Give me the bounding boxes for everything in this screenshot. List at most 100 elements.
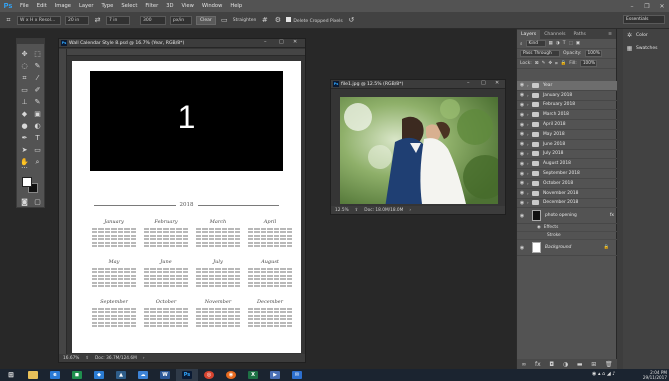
new-layer-icon[interactable]: ⊞	[591, 361, 596, 368]
visibility-eye-icon[interactable]: ◉	[517, 171, 527, 177]
taskbar-edge[interactable]: e	[44, 369, 66, 381]
layer-group-row[interactable]: ◉ › March 2018	[517, 110, 617, 121]
close-icon[interactable]: ✕	[655, 0, 669, 12]
marquee-tool-icon[interactable]: ⬚	[32, 49, 43, 59]
taskbar-media-app[interactable]: ▶	[264, 369, 286, 381]
healing-tool-icon[interactable]: ▭	[19, 85, 30, 95]
new-group-icon[interactable]: ▬	[577, 361, 583, 368]
photo-zoom-level[interactable]: 12.5%	[335, 208, 349, 213]
ratio-select[interactable]: W x H x Resol...	[17, 15, 61, 25]
stroke-effect-row[interactable]: Stroke	[517, 232, 617, 241]
taskbar-chrome[interactable]: ◎	[198, 369, 220, 381]
lock-artboard-icon[interactable]: ⌗	[555, 61, 558, 67]
taskbar-photoshop[interactable]: Ps	[176, 369, 198, 381]
crop-tool-icon[interactable]: ⌗	[4, 16, 13, 25]
foreground-color-swatch[interactable]	[22, 177, 32, 187]
taskbar-dropbox[interactable]: ◆	[88, 369, 110, 381]
filter-pixel-icon[interactable]: ▦	[549, 41, 553, 46]
opacity-input[interactable]: 100%	[584, 50, 602, 57]
fill-input[interactable]: 100%	[579, 60, 597, 67]
workspace-select[interactable]: Essentials	[623, 15, 665, 24]
layer-group-row[interactable]: ◉ › May 2018	[517, 130, 617, 140]
tab-channels[interactable]: Channels	[540, 30, 569, 39]
move-tool-icon[interactable]: ✥	[19, 49, 30, 59]
unit-select[interactable]: px/in	[170, 15, 192, 25]
taskbar-word[interactable]: W	[154, 369, 176, 381]
pen-tool-icon[interactable]: ✒	[19, 133, 30, 143]
doc-minimize-icon[interactable]: –	[264, 39, 267, 45]
layer-group-row[interactable]: ◉ › October 2018	[517, 179, 617, 189]
taskbar-mail[interactable]: ✉	[286, 369, 308, 381]
link-layers-icon[interactable]: ∞	[521, 361, 526, 368]
system-clock[interactable]: 2:04 PM 29/11/2017	[643, 369, 667, 381]
tab-paths[interactable]: Paths	[569, 30, 590, 39]
taskbar-photo-viewer[interactable]: ▲	[110, 369, 132, 381]
taskbar-excel[interactable]: X	[242, 369, 264, 381]
photo-status-arrow-icon[interactable]: ›	[409, 208, 411, 213]
visibility-eye-icon[interactable]: ◉	[517, 82, 527, 88]
layer-group-row[interactable]: ◉ › April 2018	[517, 120, 617, 130]
layer-group-row[interactable]: ◉ › August 2018	[517, 159, 617, 170]
menu-filter[interactable]: Filter	[141, 3, 162, 9]
layer-group-row[interactable]: ◉ › January 2018	[517, 91, 617, 101]
width-input[interactable]: 20 in	[65, 15, 89, 25]
visibility-eye-icon[interactable]: ◉	[517, 190, 527, 196]
effects-row[interactable]: ◉ Effects	[517, 224, 617, 233]
layer-effects-icon[interactable]: fx	[610, 213, 614, 218]
share-icon[interactable]: ⇪	[85, 356, 89, 361]
zoom-tool-icon[interactable]: ⌕	[32, 157, 43, 167]
taskbar-firefox[interactable]: ◉	[220, 369, 242, 381]
delete-cropped-checkbox[interactable]: Delete Cropped Pixels	[286, 16, 343, 24]
visibility-eye-icon[interactable]: ◉	[517, 161, 527, 167]
filter-type-icon[interactable]: T	[563, 41, 566, 46]
wedding-photo[interactable]	[340, 97, 498, 204]
swap-icon[interactable]: ⇄	[93, 16, 102, 25]
screen-mode-icon[interactable]: ▢	[32, 197, 43, 207]
menu-file[interactable]: File	[16, 3, 33, 9]
calendar-document-tab[interactable]: Ps Wall Calendar Style 8.psd @ 16.7% (Ye…	[59, 39, 305, 48]
brush-tool-icon[interactable]: ✐	[32, 85, 43, 95]
calendar-canvas[interactable]: 1 2018 January February March April May June J…	[72, 61, 301, 353]
layer-group-row[interactable]: ◉ › September 2018	[517, 169, 617, 179]
menu-select[interactable]: Select	[117, 3, 141, 9]
visibility-eye-icon[interactable]: ◉	[517, 151, 527, 157]
horizontal-ruler[interactable]	[67, 49, 305, 56]
restore-icon[interactable]: ❐	[640, 0, 654, 12]
effects-eye-icon[interactable]: ◉	[537, 225, 541, 230]
layer-background[interactable]: ◉ Background 🔒	[517, 240, 617, 257]
menu-image[interactable]: Image	[51, 3, 75, 9]
visibility-eye-icon[interactable]: ◉	[517, 112, 527, 118]
lock-all-icon[interactable]: 🔒	[561, 61, 567, 66]
doc-close-icon[interactable]: ✕	[293, 39, 297, 45]
lock-position-icon[interactable]: ✥	[548, 61, 552, 66]
visibility-eye-icon[interactable]: ◉	[517, 141, 527, 147]
quick-mask-icon[interactable]: ◙	[19, 197, 30, 207]
layer-group-row[interactable]: ◉ › July 2018	[517, 150, 617, 160]
filter-adjustment-icon[interactable]: ◑	[556, 41, 560, 46]
type-tool-icon[interactable]: T	[32, 133, 43, 143]
reset-icon[interactable]: ↺	[347, 16, 356, 25]
visibility-eye-icon[interactable]: ◉	[517, 180, 527, 186]
history-brush-icon[interactable]: ✎	[32, 97, 43, 107]
blur-tool-icon[interactable]: ●	[19, 121, 30, 131]
layer-group-row[interactable]: ◉ › December 2018	[517, 199, 617, 209]
visibility-eye-icon[interactable]: ◉	[517, 102, 527, 108]
layer-group-row[interactable]: ◉ › February 2018	[517, 101, 617, 111]
photo-doc-minimize-icon[interactable]: –	[467, 80, 470, 86]
lasso-tool-icon[interactable]: ◌	[19, 61, 30, 71]
color-panel-button[interactable]: ✲ Color	[623, 29, 669, 42]
tray-icons[interactable]: ◉ ▴ ⌂ ◢ ♪	[592, 371, 615, 377]
straighten-button[interactable]: Straighten	[233, 18, 257, 23]
straighten-icon[interactable]: ▭	[220, 16, 229, 25]
clear-button[interactable]: Clear	[196, 15, 216, 25]
photo-document-size[interactable]: Doc: 18.0M/18.0M	[364, 208, 403, 213]
delete-layer-icon[interactable]: 🗑	[605, 361, 613, 368]
visibility-eye-icon[interactable]: ◉	[517, 131, 527, 137]
add-style-icon[interactable]: fx	[535, 361, 541, 368]
shape-tool-icon[interactable]: ▭	[32, 145, 43, 155]
more-tools-icon[interactable]: ···	[19, 164, 30, 172]
menu-view[interactable]: View	[178, 3, 198, 9]
document-size[interactable]: Doc: 36.7M/124.6M	[95, 356, 137, 361]
blend-mode-select[interactable]: Pass Through	[520, 50, 560, 57]
menu-window[interactable]: Window	[198, 3, 226, 9]
